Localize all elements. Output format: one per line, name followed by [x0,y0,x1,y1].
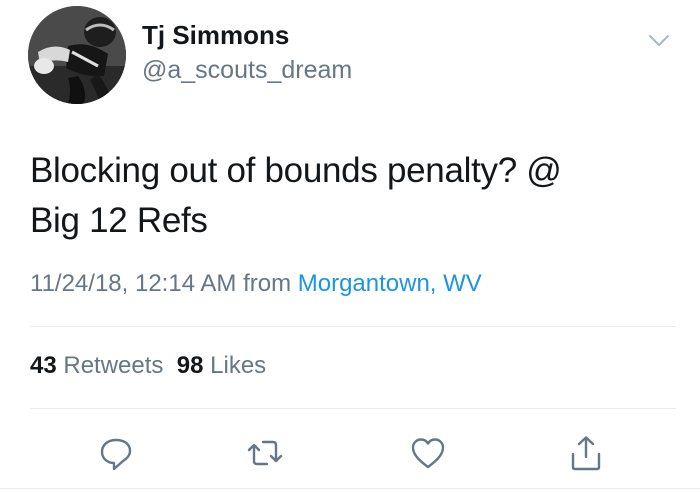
user-handle[interactable]: @a_scouts_dream [142,56,352,85]
action-bar [0,433,700,473]
timestamp[interactable]: 11/24/18, 12:14 AM [30,270,236,297]
retweets-stat[interactable]: 43 Retweets [30,352,163,379]
tweet-stats: 43 Retweets 98 Likes [30,352,266,380]
reply-icon[interactable] [96,433,136,473]
share-icon[interactable] [566,433,606,473]
retweets-count: 43 [30,352,57,379]
football-player-avatar-icon [28,6,126,104]
tweet-text-line: Big 12 Refs [30,201,208,240]
location-link[interactable]: Morgantown, WV [298,270,482,297]
likes-stat[interactable]: 98 Likes [177,352,266,379]
divider [0,488,700,489]
tweet-text: Blocking out of bounds penalty? @ Big 12… [30,146,650,246]
likes-label: Likes [210,352,267,379]
from-label: from [243,270,292,297]
avatar[interactable] [28,6,126,104]
retweets-label: Retweets [63,352,164,379]
divider [30,408,676,409]
retweet-icon[interactable] [245,433,285,473]
tweet-text-line: Blocking out of bounds penalty? @ [30,151,562,190]
tweet-metadata: 11/24/18, 12:14 AM from Morgantown, WV [30,270,482,298]
like-icon[interactable] [408,433,448,473]
chevron-down-icon[interactable] [646,30,672,50]
divider [30,326,676,327]
display-name[interactable]: Tj Simmons [142,20,289,51]
likes-count: 98 [176,352,204,379]
